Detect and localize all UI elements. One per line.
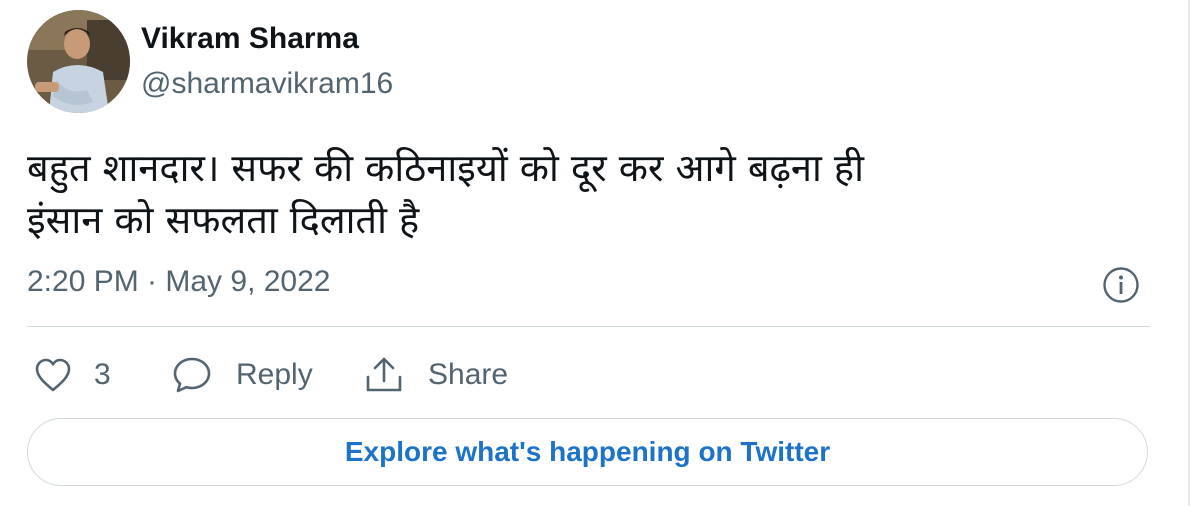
- page-edge-divider: [1188, 0, 1190, 506]
- tweet-text-line: इंसान को सफलता दिलाती है: [27, 198, 420, 242]
- tweet-text: बहुत शानदार। सफर की कठिनाइयों को दूर कर …: [27, 142, 1137, 246]
- tweet-card: Vikram Sharma @sharmavikram16 बहुत शानदा…: [0, 0, 1200, 506]
- speech-bubble-icon: [173, 357, 211, 393]
- heart-icon: [35, 358, 71, 392]
- share-upload-icon: [366, 357, 402, 392]
- avatar[interactable]: [27, 10, 130, 113]
- author-name[interactable]: Vikram Sharma: [141, 22, 359, 56]
- divider: [27, 326, 1150, 327]
- share-label: Share: [428, 358, 509, 391]
- explore-twitter-button[interactable]: Explore what's happening on Twitter: [27, 418, 1148, 486]
- like-count: 3: [94, 358, 111, 391]
- tweet-text-line: बहुत शानदार। सफर की कठिनाइयों को दूर कर …: [27, 146, 864, 190]
- avatar-photo: [27, 10, 130, 113]
- reply-button[interactable]: Reply: [172, 352, 313, 398]
- author-handle[interactable]: @sharmavikram16: [141, 67, 393, 101]
- explore-button-label: Explore what's happening on Twitter: [344, 436, 831, 467]
- like-button[interactable]: 3: [34, 352, 111, 398]
- share-button[interactable]: Share: [364, 352, 508, 398]
- reply-label: Reply: [236, 358, 313, 391]
- info-icon[interactable]: [1102, 266, 1140, 304]
- tweet-timestamp[interactable]: 2:20 PM · May 9, 2022: [27, 265, 331, 299]
